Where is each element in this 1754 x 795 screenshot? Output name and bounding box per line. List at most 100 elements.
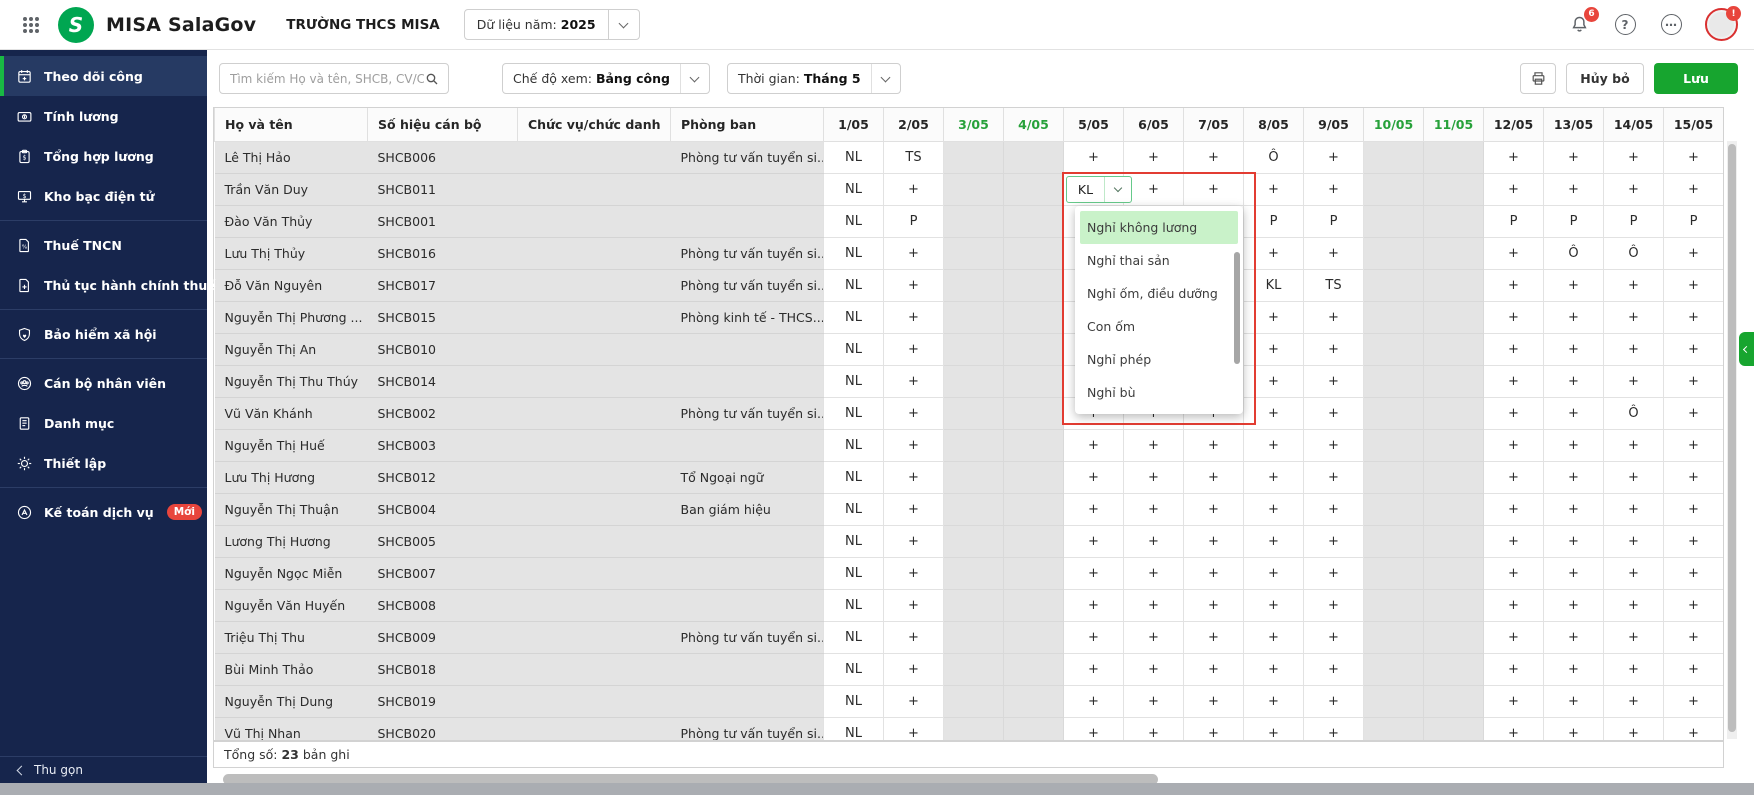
attendance-cell[interactable]: + (884, 173, 944, 205)
sidebar-item[interactable]: ♥Bảo hiểm xã hội (0, 314, 207, 354)
attendance-cell[interactable]: NL (824, 461, 884, 493)
attendance-cell[interactable]: + (1664, 237, 1724, 269)
attendance-cell[interactable]: + (1544, 621, 1604, 653)
attendance-cell[interactable]: + (884, 333, 944, 365)
attendance-cell[interactable]: + (1484, 237, 1544, 269)
attendance-cell[interactable]: + (1484, 397, 1544, 429)
dropdown-option[interactable]: Nghỉ bù (1075, 376, 1243, 409)
attendance-cell[interactable]: + (1124, 685, 1184, 717)
attendance-cell[interactable]: P (1244, 205, 1304, 237)
attendance-cell[interactable]: + (1544, 653, 1604, 685)
attendance-cell[interactable]: + (1484, 365, 1544, 397)
attendance-cell[interactable]: + (1244, 557, 1304, 589)
attendance-cell[interactable]: + (1484, 621, 1544, 653)
attendance-cell[interactable]: + (1184, 141, 1244, 173)
attendance-cell[interactable]: + (884, 365, 944, 397)
attendance-cell[interactable]: + (884, 237, 944, 269)
attendance-cell[interactable]: + (1664, 333, 1724, 365)
attendance-cell[interactable]: P (1604, 205, 1664, 237)
attendance-cell[interactable]: + (1244, 237, 1304, 269)
attendance-cell[interactable]: + (1244, 621, 1304, 653)
user-avatar[interactable]: ! (1705, 8, 1738, 41)
attendance-cell[interactable]: + (1664, 525, 1724, 557)
attendance-cell[interactable]: + (1184, 557, 1244, 589)
attendance-cell[interactable]: + (884, 301, 944, 333)
attendance-cell[interactable]: TS (884, 141, 944, 173)
sidebar-item[interactable]: Thiết lập (0, 443, 207, 483)
view-mode-select[interactable]: Chế độ xem: Bảng công (502, 63, 710, 94)
sidebar-item[interactable]: %Thuế TNCN (0, 225, 207, 265)
attendance-cell[interactable]: + (1664, 173, 1724, 205)
attendance-cell[interactable]: + (1664, 589, 1724, 621)
attendance-cell[interactable]: + (1544, 461, 1604, 493)
attendance-cell[interactable]: + (1664, 653, 1724, 685)
attendance-cell[interactable]: + (1484, 269, 1544, 301)
attendance-cell[interactable]: + (884, 589, 944, 621)
attendance-cell[interactable]: NL (824, 301, 884, 333)
attendance-cell[interactable]: + (1304, 653, 1364, 685)
attendance-cell[interactable]: + (1664, 397, 1724, 429)
attendance-cell[interactable]: + (1604, 365, 1664, 397)
attendance-cell[interactable]: + (1484, 525, 1544, 557)
attendance-cell[interactable]: + (1124, 141, 1184, 173)
attendance-cell[interactable]: + (1664, 717, 1724, 741)
attendance-cell[interactable]: + (1604, 685, 1664, 717)
sidebar-collapse-button[interactable]: Thu gọn (0, 756, 207, 783)
attendance-cell[interactable]: + (1664, 461, 1724, 493)
attendance-cell[interactable]: + (1604, 461, 1664, 493)
attendance-cell[interactable]: + (884, 685, 944, 717)
save-button[interactable]: Lưu (1654, 63, 1738, 94)
attendance-cell[interactable]: + (1544, 685, 1604, 717)
attendance-cell[interactable]: + (1544, 589, 1604, 621)
attendance-cell[interactable]: + (1304, 621, 1364, 653)
attendance-cell[interactable]: + (1304, 589, 1364, 621)
more-options-button[interactable]: ⋯ (1659, 13, 1683, 37)
attendance-cell[interactable]: + (1244, 685, 1304, 717)
attendance-cell[interactable]: + (884, 493, 944, 525)
attendance-cell[interactable]: + (1484, 461, 1544, 493)
attendance-cell-editor[interactable]: KL (1066, 176, 1132, 203)
attendance-cell[interactable]: + (1484, 685, 1544, 717)
attendance-cell[interactable]: NL (824, 653, 884, 685)
attendance-cell[interactable]: + (1124, 493, 1184, 525)
attendance-cell[interactable]: + (1664, 269, 1724, 301)
attendance-cell[interactable]: + (1304, 333, 1364, 365)
attendance-cell[interactable]: NL (824, 365, 884, 397)
attendance-cell[interactable]: + (1604, 525, 1664, 557)
attendance-cell[interactable]: NL (824, 557, 884, 589)
attendance-cell[interactable]: Ô (1604, 397, 1664, 429)
dropdown-scrollbar[interactable] (1234, 252, 1240, 364)
attendance-cell[interactable]: + (884, 461, 944, 493)
attendance-cell[interactable]: NL (824, 173, 884, 205)
attendance-cell[interactable]: + (1124, 717, 1184, 741)
attendance-cell[interactable]: + (1064, 461, 1124, 493)
attendance-cell[interactable]: + (1604, 717, 1664, 741)
attendance-cell[interactable]: + (1124, 557, 1184, 589)
attendance-cell[interactable]: + (1124, 461, 1184, 493)
attendance-cell[interactable]: + (1484, 173, 1544, 205)
attendance-cell[interactable]: + (1304, 557, 1364, 589)
attendance-cell[interactable]: + (1544, 301, 1604, 333)
notifications-button[interactable]: 6 (1567, 13, 1591, 37)
attendance-cell[interactable]: + (1244, 653, 1304, 685)
attendance-cell[interactable]: + (884, 525, 944, 557)
attendance-cell[interactable]: + (1304, 429, 1364, 461)
attendance-cell[interactable]: TS (1304, 269, 1364, 301)
attendance-cell[interactable]: KL (1244, 269, 1304, 301)
attendance-cell[interactable]: + (1544, 525, 1604, 557)
attendance-cell[interactable]: + (1544, 717, 1604, 741)
attendance-cell[interactable]: + (1304, 717, 1364, 741)
attendance-cell[interactable]: + (1244, 301, 1304, 333)
attendance-cell[interactable]: + (1244, 173, 1304, 205)
attendance-cell[interactable]: + (1184, 429, 1244, 461)
attendance-cell[interactable]: NL (824, 717, 884, 741)
chevron-down-icon[interactable] (1105, 177, 1131, 202)
attendance-cell[interactable]: + (1244, 429, 1304, 461)
attendance-cell[interactable]: + (1664, 301, 1724, 333)
attendance-cell[interactable]: NL (824, 429, 884, 461)
attendance-cell[interactable]: NL (824, 269, 884, 301)
attendance-cell[interactable]: + (1664, 685, 1724, 717)
attendance-cell[interactable]: + (884, 557, 944, 589)
attendance-cell[interactable]: + (1124, 525, 1184, 557)
attendance-cell[interactable]: NL (824, 333, 884, 365)
